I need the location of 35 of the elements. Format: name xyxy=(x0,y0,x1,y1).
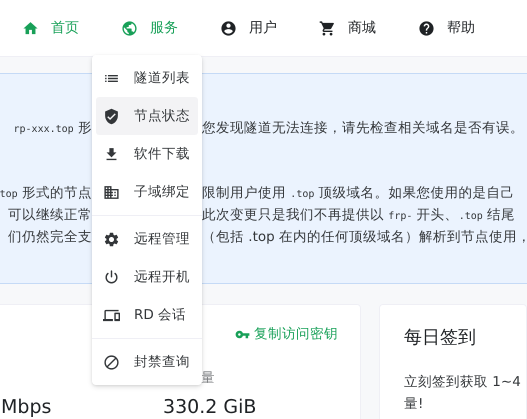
checkin-text: 立刻签到获取 1~4 xyxy=(404,373,522,392)
globe-icon xyxy=(121,20,138,36)
notice-text: 可以继续正常 xyxy=(8,206,92,225)
menu-item[interactable]: RD 会话 xyxy=(96,296,198,334)
notice-text: rp-xxx.top 形 xyxy=(13,119,92,138)
menu-item[interactable]: 隧道列表 xyxy=(96,59,198,97)
notice-text: top 形式的节点 xyxy=(0,184,92,203)
menu-item[interactable]: 软件下载 xyxy=(96,135,198,173)
menu-item[interactable]: 远程开机 xyxy=(96,258,198,296)
notice-text: （包括 .top 在内的任何顶级域名）解析到节点使用， xyxy=(202,228,527,247)
nav-item[interactable]: 商城 xyxy=(319,19,375,37)
stat-value: 330.2 GiB xyxy=(162,397,258,417)
notice-text: 您发现隧道无法连接，请先检查相关域名是否有误。 xyxy=(202,119,524,138)
gear-icon xyxy=(103,230,120,248)
ban-icon xyxy=(103,354,120,370)
notice-text: 此次变更只是我们不再提供以 frp- 开头、.top 结尾 xyxy=(202,206,516,225)
stat-label: 量 xyxy=(201,370,215,386)
building-icon xyxy=(103,184,120,200)
notice-text: 限制用户使用 .top 顶级域名。如果您使用的是自己 xyxy=(202,184,515,203)
home-icon xyxy=(22,20,39,36)
menu-item[interactable]: 远程管理 xyxy=(96,220,198,258)
menu-item[interactable]: 节点状态 xyxy=(96,97,198,135)
shield-check-icon xyxy=(103,108,120,124)
power-icon xyxy=(103,268,120,286)
checkin-text: 量! xyxy=(404,395,424,414)
user-icon xyxy=(220,20,237,36)
card-title: 每日签到 xyxy=(404,326,477,350)
notice-text: 们仍然完全支 xyxy=(8,228,92,247)
menu-item[interactable]: 封禁查询 xyxy=(96,343,198,381)
stat-value: Mbps xyxy=(0,397,52,417)
help-icon xyxy=(418,20,435,36)
nav-item[interactable]: 用户 xyxy=(220,19,276,37)
cart-icon xyxy=(319,20,336,36)
nav-item[interactable]: 帮助 xyxy=(418,19,474,37)
menu-item[interactable]: 子域绑定 xyxy=(96,173,198,211)
